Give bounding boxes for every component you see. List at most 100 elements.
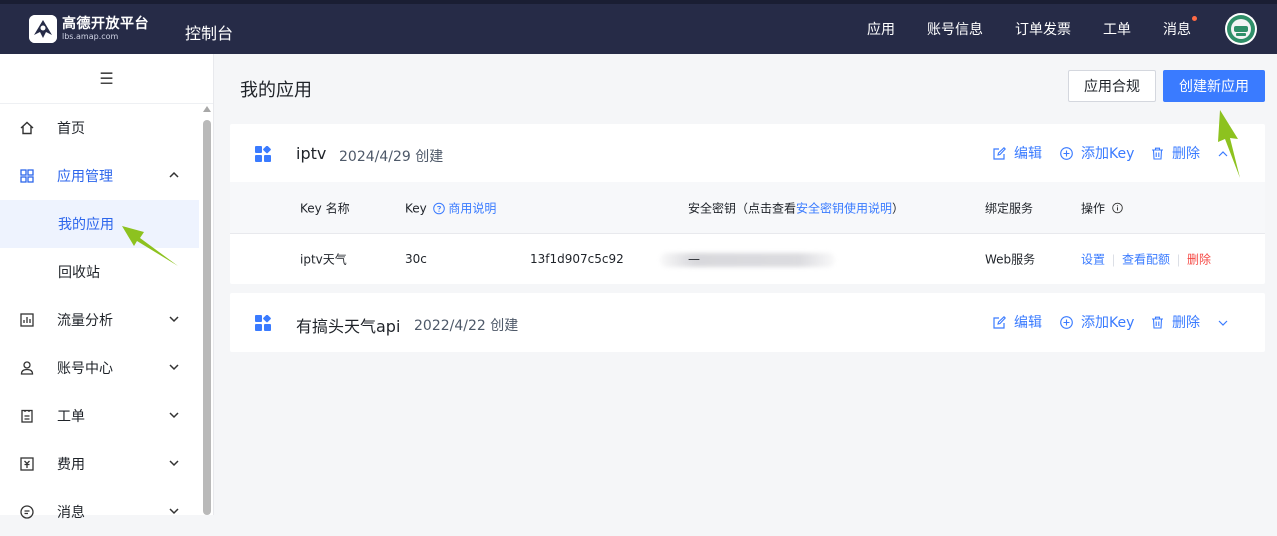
- chevron-down-icon[interactable]: [1217, 317, 1229, 329]
- help-icon[interactable]: [432, 202, 445, 214]
- sidebar-scroll-thumb[interactable]: [203, 120, 211, 515]
- add-key-button[interactable]: 添加Key: [1060, 143, 1134, 163]
- app-card-weather-api: 有搞头天气api 2022/4/22 创建 编辑 添加Key 删除: [230, 293, 1265, 352]
- sidebar-item-label: 我的应用: [58, 217, 114, 233]
- trash-icon: [1152, 316, 1163, 329]
- plus-circle-icon: [1060, 315, 1073, 329]
- edit-label: 编辑: [1014, 146, 1042, 162]
- app-name: 有搞头天气api: [296, 317, 401, 336]
- billing-icon: [19, 456, 35, 472]
- sidebar-item-traffic-analysis[interactable]: 流量分析: [0, 296, 199, 344]
- secret-doc-link[interactable]: 安全密钥使用说明: [796, 201, 892, 215]
- top-navigation-bar: 高德开放平台 lbs.amap.com 控制台 应用 账号信息 订单发票 工单 …: [0, 0, 1277, 54]
- col-key: Key 商用说明: [405, 199, 496, 216]
- app-created-date: 2024/4/29 创建: [339, 149, 444, 165]
- view-quota-link[interactable]: 查看配额: [1122, 253, 1170, 267]
- sidebar: ☰ 首页 应用管理 我的应用 回收站 流量分析 账号中心 工单 费用 消息: [0, 54, 214, 521]
- sidebar-item-billing[interactable]: 费用: [0, 440, 199, 488]
- menu-collapse-button[interactable]: ☰: [0, 54, 213, 104]
- app-compliance-button[interactable]: 应用合规: [1068, 70, 1156, 102]
- add-key-label: 添加Key: [1081, 315, 1135, 331]
- key-value-start: 30c: [405, 252, 427, 266]
- user-icon: [19, 360, 35, 376]
- app-icon: [255, 146, 271, 162]
- delete-label: 删除: [1172, 315, 1200, 331]
- chevron-down-icon: [169, 460, 179, 467]
- app-icon: [255, 315, 271, 331]
- col-service: 绑定服务: [985, 201, 1034, 215]
- app-card-header[interactable]: 有搞头天气api 2022/4/22 创建 编辑 添加Key 删除: [230, 293, 1265, 351]
- col-secret: 安全密钥（点击查看安全密钥使用说明）: [688, 199, 904, 216]
- chevron-down-icon: [169, 316, 179, 323]
- amap-logo[interactable]: 高德开放平台 lbs.amap.com: [29, 15, 149, 43]
- sidebar-item-label: 首页: [57, 121, 85, 137]
- hamburger-icon: ☰: [99, 69, 114, 88]
- delete-key-link[interactable]: 删除: [1187, 253, 1211, 267]
- chevron-up-icon: [169, 171, 179, 178]
- sidebar-item-messages[interactable]: 消息: [0, 488, 199, 536]
- chevron-down-icon: [169, 412, 179, 419]
- app-name: iptv: [296, 144, 327, 163]
- settings-link[interactable]: 设置: [1081, 253, 1105, 267]
- info-icon[interactable]: [1112, 202, 1123, 213]
- nav-messages[interactable]: 消息: [1163, 16, 1197, 39]
- sidebar-item-label: 应用管理: [57, 169, 113, 185]
- top-nav: 应用 账号信息 订单发票 工单 消息: [867, 4, 1277, 54]
- app-card-header[interactable]: iptv 2024/4/29 创建 编辑 添加Key 删除: [230, 124, 1265, 182]
- nav-messages-label: 消息: [1163, 22, 1191, 38]
- avatar-icon: [1227, 15, 1255, 43]
- delete-label: 删除: [1172, 146, 1200, 162]
- edit-button[interactable]: 编辑: [993, 143, 1042, 163]
- key-table: Key 名称 Key 商用说明 安全密钥（点击查看安全密钥使用说明） 绑定服务 …: [230, 182, 1265, 284]
- create-app-button[interactable]: 创建新应用: [1163, 70, 1265, 102]
- divider: [1113, 254, 1115, 266]
- delete-app-button[interactable]: 删除: [1151, 143, 1200, 163]
- sidebar-item-app-management[interactable]: 应用管理: [0, 152, 199, 200]
- message-icon: [19, 504, 35, 520]
- sidebar-item-label: 回收站: [58, 265, 100, 281]
- commercial-help-link[interactable]: 商用说明: [448, 201, 496, 215]
- service-cell: Web服务: [985, 252, 1036, 267]
- redacted-key-mask: [660, 253, 835, 267]
- home-icon: [19, 120, 35, 136]
- sidebar-item-label: 消息: [57, 505, 85, 521]
- annotation-arrow-icon: [1218, 110, 1240, 178]
- nav-tickets[interactable]: 工单: [1103, 19, 1131, 39]
- col-ops: 操作: [1081, 199, 1123, 216]
- nav-orders-invoices[interactable]: 订单发票: [1015, 19, 1071, 39]
- secret-cell: —: [688, 252, 700, 266]
- sidebar-item-tickets[interactable]: 工单: [0, 392, 199, 440]
- avatar[interactable]: [1225, 13, 1257, 45]
- unread-dot: [1192, 16, 1197, 21]
- sidebar-item-label: 流量分析: [57, 313, 113, 329]
- table-row: iptv天气 30c 13f1d907c5c92 — Web服务 设置 查看配额 删…: [230, 234, 1265, 284]
- sidebar-item-account-center[interactable]: 账号中心: [0, 344, 199, 392]
- key-name-cell: iptv天气: [300, 252, 347, 267]
- add-key-button[interactable]: 添加Key: [1060, 312, 1134, 332]
- app-created-date: 2022/4/22 创建: [414, 318, 519, 334]
- key-value-end: 13f1d907c5c92: [530, 252, 624, 266]
- logo-domain: lbs.amap.com: [62, 32, 119, 41]
- sidebar-item-label: 费用: [57, 457, 85, 473]
- trash-icon: [1152, 147, 1163, 160]
- edit-icon: [993, 146, 1006, 160]
- edit-button[interactable]: 编辑: [993, 312, 1042, 332]
- logo-name: 高德开放平台: [62, 16, 149, 32]
- sidebar-item-label: 账号中心: [57, 361, 113, 377]
- col-key-name: Key 名称: [300, 201, 350, 215]
- plus-circle-icon: [1060, 146, 1073, 160]
- console-title[interactable]: 控制台: [185, 20, 233, 44]
- nav-account-info[interactable]: 账号信息: [927, 19, 983, 39]
- col-secret-label: 安全密钥（点击查看: [688, 201, 797, 215]
- app-card-iptv: iptv 2024/4/29 创建 编辑 添加Key 删除 Key 名称 Key…: [230, 124, 1265, 284]
- annotation-arrow-icon: [122, 226, 178, 266]
- chart-icon: [19, 312, 35, 328]
- col-key-label: Key: [405, 201, 427, 215]
- ticket-icon: [19, 408, 35, 424]
- nav-apps[interactable]: 应用: [867, 19, 895, 39]
- scroll-up-arrow-icon[interactable]: [203, 106, 211, 112]
- sidebar-item-home[interactable]: 首页: [0, 104, 199, 152]
- sidebar-item-label: 工单: [57, 409, 85, 425]
- col-ops-label: 操作: [1081, 201, 1106, 215]
- delete-app-button[interactable]: 删除: [1151, 312, 1200, 332]
